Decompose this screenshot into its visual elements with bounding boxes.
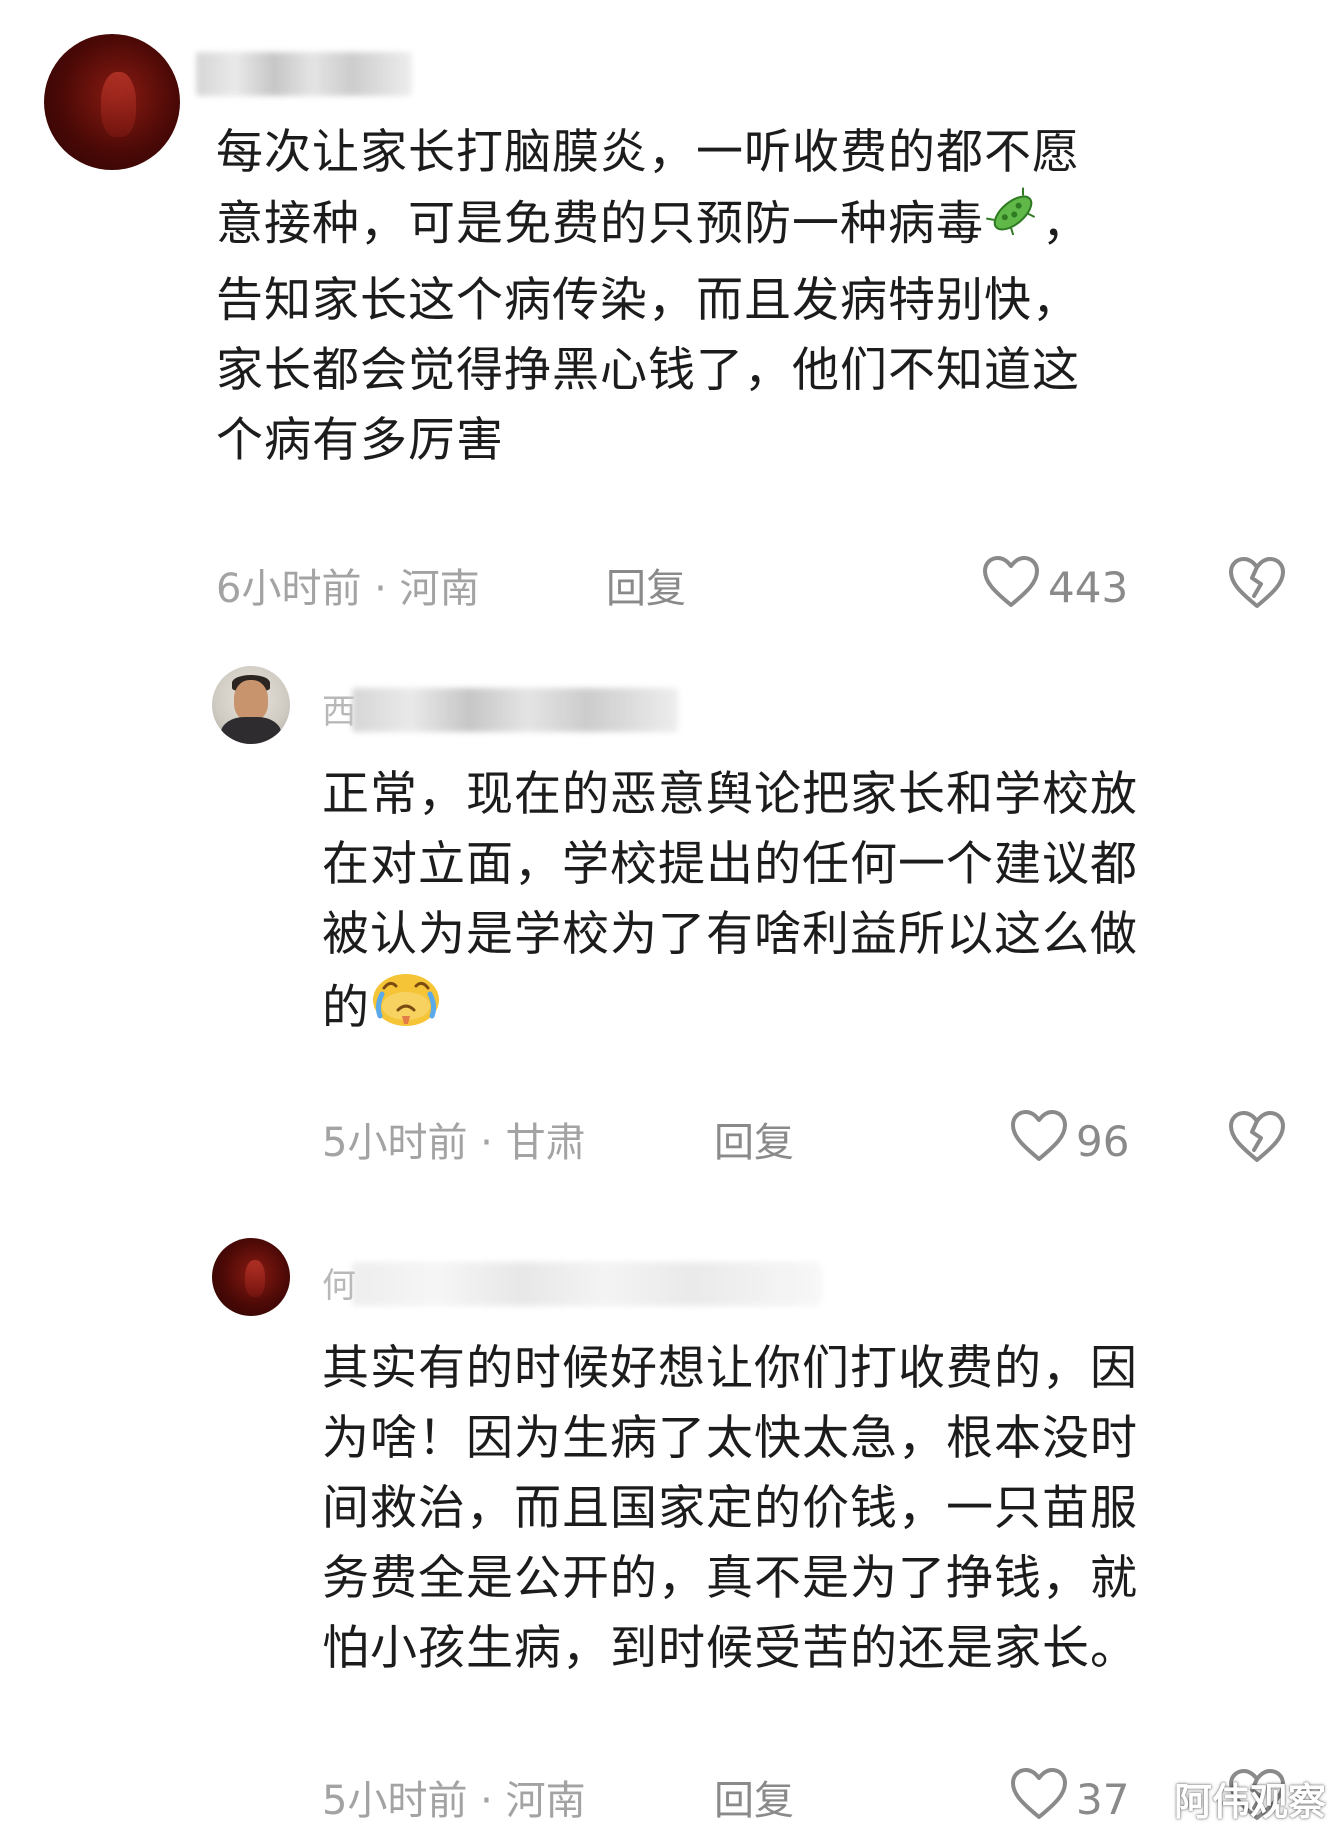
username-blurred[interactable] [352,1262,822,1306]
separator: · [361,566,400,612]
comment-line: 在对立面，学校提出的任何一个建议都 [322,837,1138,892]
avatar[interactable] [44,34,180,170]
timestamp: 5小时前 [322,1120,468,1166]
like-button[interactable]: 37 [1010,1767,1129,1831]
timestamp: 6小时前 [216,566,362,612]
like-count: 37 [1076,1774,1130,1824]
comment-line: 正常，现在的恶意舆论把家长和学校放 [322,767,1138,822]
username-blurred[interactable] [352,688,678,732]
location: 河南 [399,566,480,612]
comment-line: 其实有的时候好想让你们打收费的，因 [322,1341,1138,1396]
avatar[interactable] [212,1238,290,1316]
reply-button[interactable]: 回复 [714,1768,794,1826]
comment-meta: 6小时前 · 河南 [216,556,480,614]
comment-line: 被认为是学校为了有啥利益所以这么做 [322,907,1138,962]
microbe-emoji [984,184,1042,262]
comment-line: 个病有多厉害 [216,413,504,468]
comment-line: 间救治，而且国家定的价钱，一只苗服 [322,1481,1138,1536]
username-visible-char[interactable]: 何 [322,1258,356,1307]
comment-text: 其实有的时候好想让你们打收费的，因 为啥！因为生病了太快太急，根本没时 间救治，… [322,1334,1138,1684]
heart-outline-icon [982,555,1040,619]
comment-line: 告知家长这个病传染，而且发病特别快， [216,273,1080,328]
dislike-button[interactable] [1228,1110,1286,1168]
username-visible-char[interactable]: 西 [322,684,356,733]
comment-line: 家长都会觉得挣黑心钱了，他们不知道这 [216,343,1080,398]
comment-meta: 5小时前 · 甘肃 [322,1110,586,1168]
location: 甘肃 [505,1120,586,1166]
reply-button[interactable]: 回复 [714,1110,794,1168]
comment-line: 为啥！因为生病了太快太急，根本没时 [322,1411,1138,1466]
like-count: 443 [1048,562,1129,612]
comment-text: 正常，现在的恶意舆论把家长和学校放 在对立面，学校提出的任何一个建议都 被认为是… [322,760,1138,1052]
broken-heart-icon [1228,557,1286,614]
heart-outline-icon [1010,1767,1068,1831]
comment-line: 怕小孩生病，到时候受苦的还是家长。 [322,1621,1138,1676]
timestamp: 5小时前 [322,1778,468,1824]
comment-line: 意接种，可是免费的只预防一种病毒 ， [216,187,1090,266]
comment-line: 每次让家长打脑膜炎，一听收费的都不愿 [216,125,1080,180]
comment-meta: 5小时前 · 河南 [322,1768,586,1826]
location: 河南 [505,1778,586,1824]
comment-line: 的 [322,970,1138,1052]
reply-button[interactable]: 回复 [606,556,686,614]
avatar[interactable] [212,666,290,744]
comment-line: 务费全是公开的，真不是为了挣钱，就 [322,1551,1138,1606]
like-count: 96 [1076,1116,1130,1166]
heart-outline-icon [1010,1109,1068,1173]
separator: · [467,1778,506,1824]
dislike-button[interactable] [1228,556,1286,614]
broken-heart-icon [1228,1111,1286,1168]
like-button[interactable]: 443 [982,555,1128,619]
like-button[interactable]: 96 [1010,1109,1129,1173]
watermark: 阿伟观察 [1173,1780,1326,1824]
separator: · [467,1120,506,1166]
crying-face-emoji [370,966,442,1048]
username-blurred[interactable] [196,52,412,96]
comment-text: 每次让家长打脑膜炎，一听收费的都不愿 意接种，可是免费的只预防一种病毒 ， 告知… [216,118,1090,476]
